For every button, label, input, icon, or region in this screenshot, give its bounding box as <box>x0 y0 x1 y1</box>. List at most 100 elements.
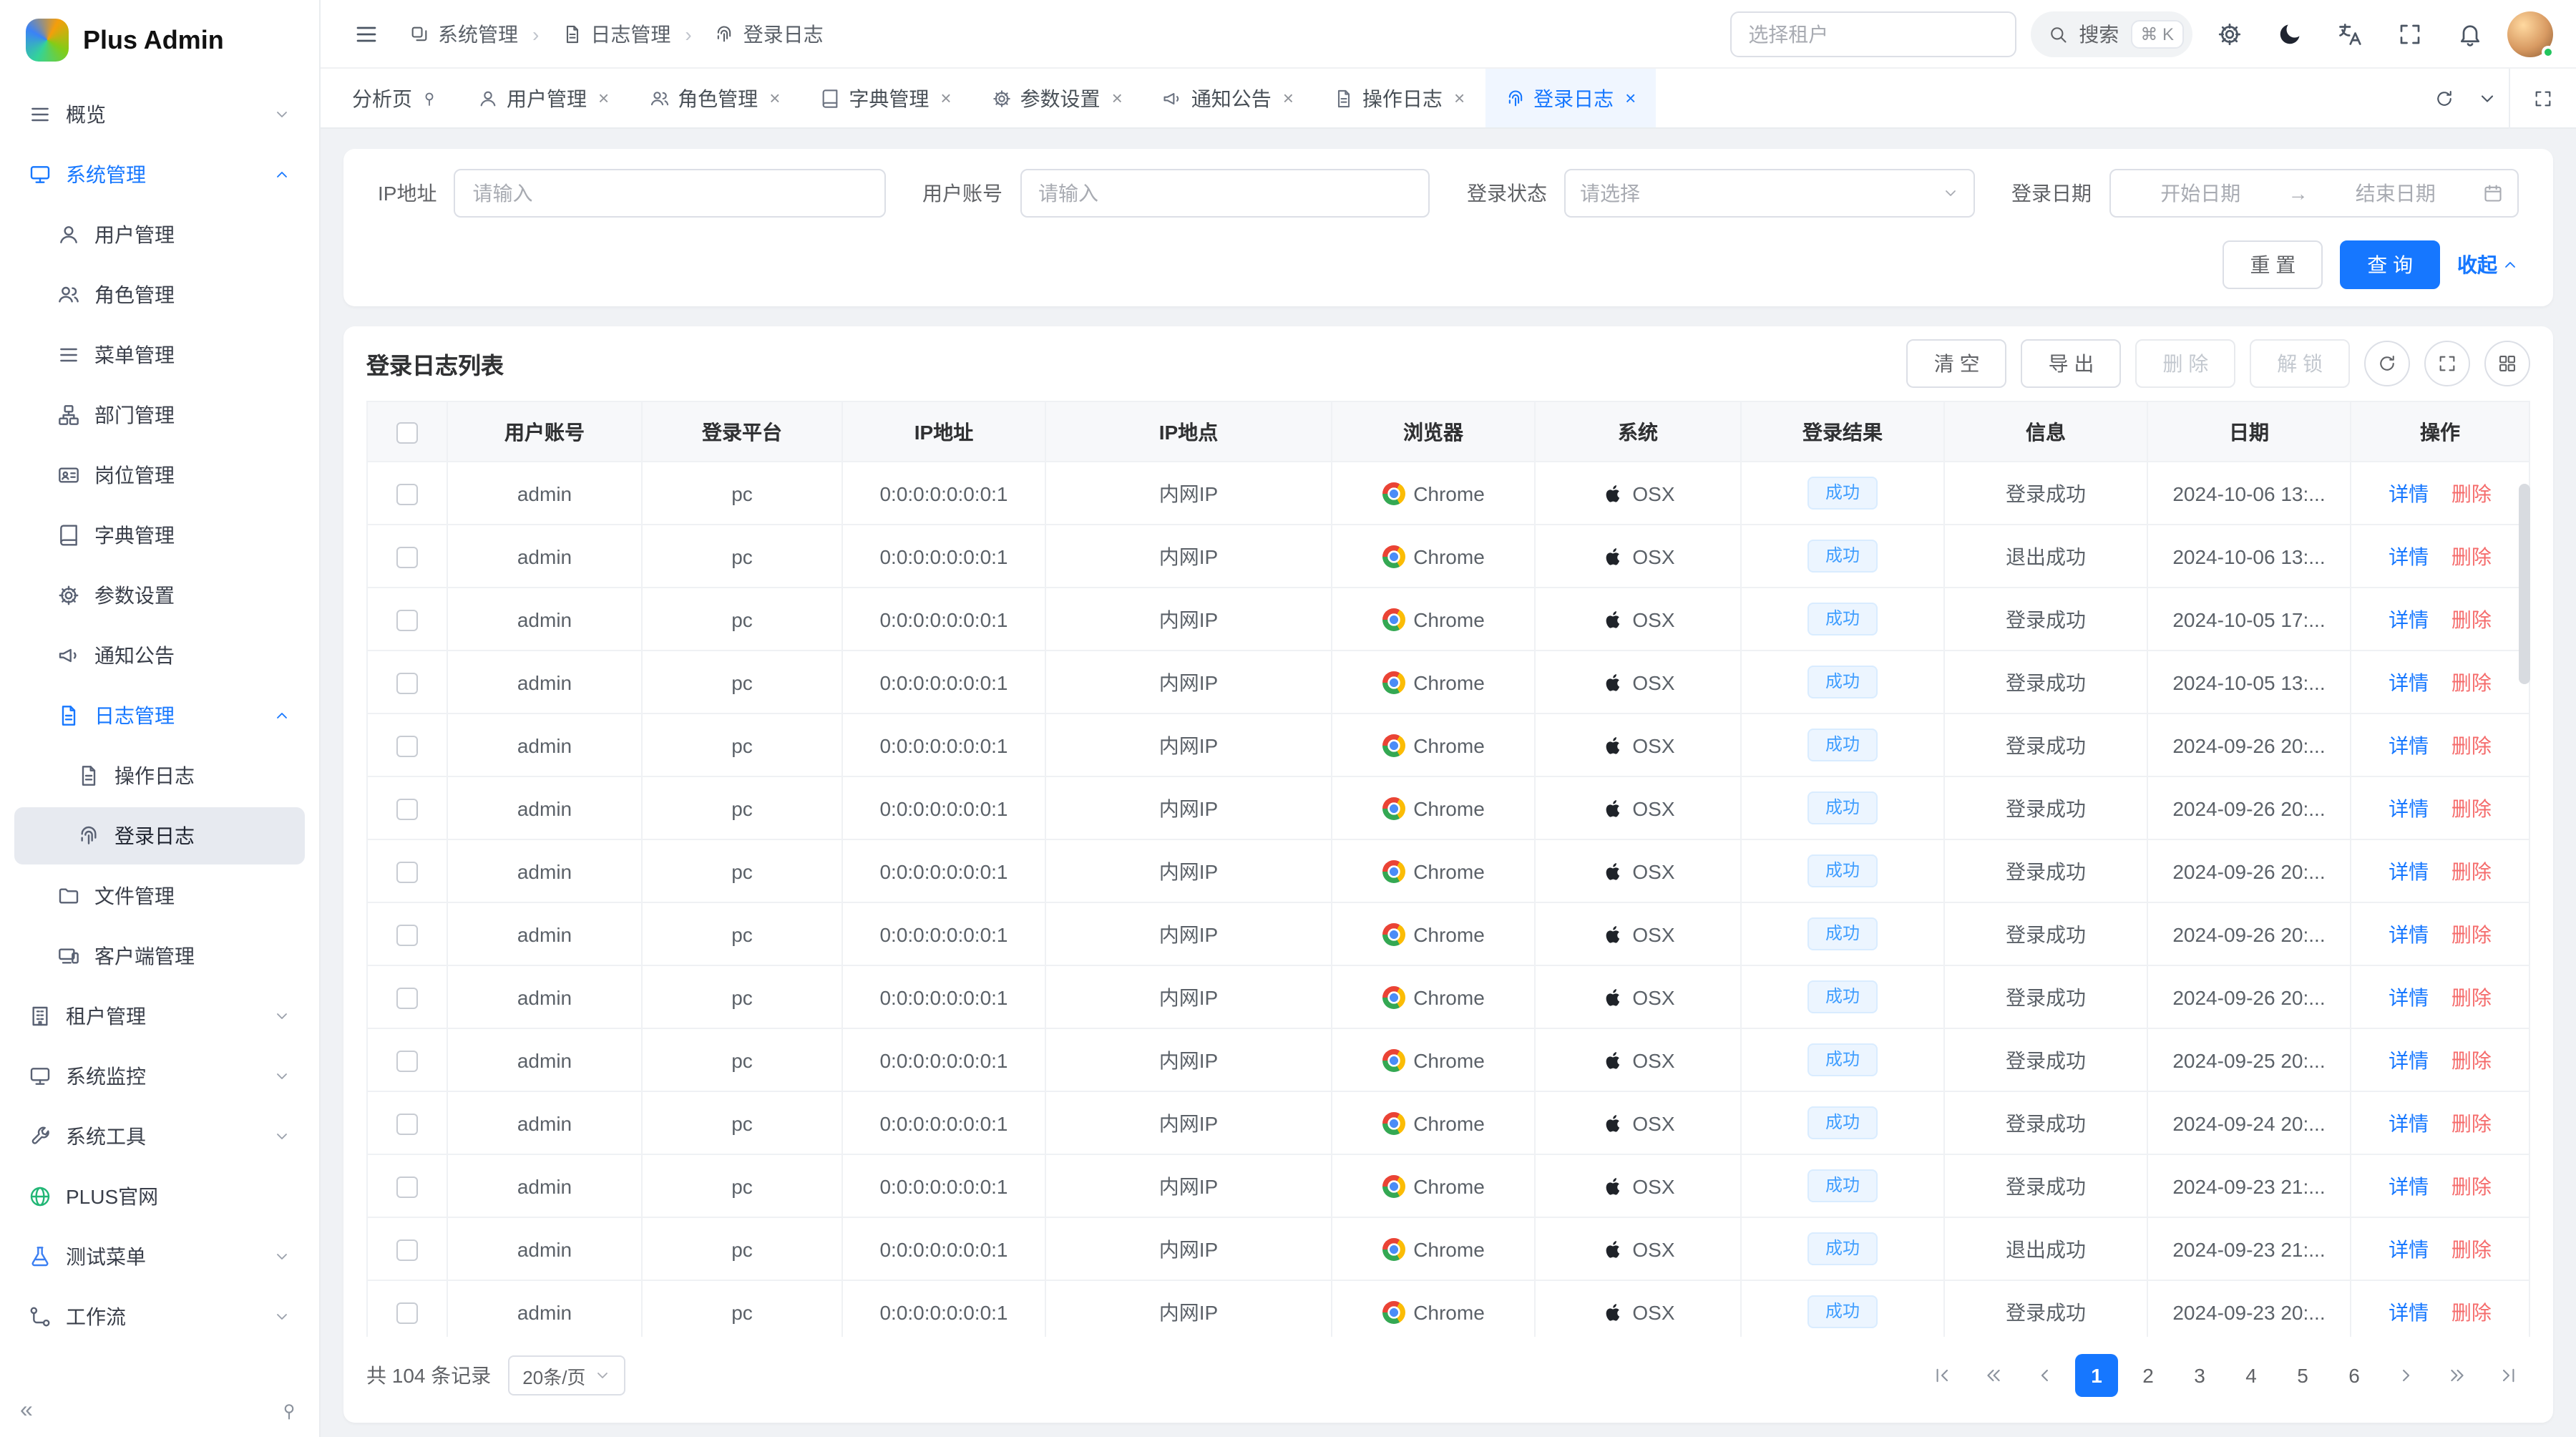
query-button[interactable]: 查 询 <box>2340 240 2440 289</box>
toolbar-button[interactable]: 删 除 <box>2135 339 2235 388</box>
page-tab[interactable]: 通知公告 × <box>1143 69 1314 127</box>
login-date-range-picker[interactable]: 开始日期 → 结束日期 <box>2109 169 2519 218</box>
delete-link[interactable]: 删除 <box>2451 985 2492 1008</box>
delete-link[interactable]: 删除 <box>2451 859 2492 882</box>
first-page-button[interactable] <box>1921 1354 1963 1397</box>
tab-close-icon[interactable]: × <box>1454 87 1465 109</box>
page-number-button[interactable]: 3 <box>2178 1354 2221 1397</box>
delete-link[interactable]: 删除 <box>2451 1111 2492 1134</box>
hamburger-menu-icon[interactable] <box>343 11 389 57</box>
page-size-select[interactable]: 20条/页 <box>508 1355 625 1395</box>
breadcrumb-item[interactable]: 登录日志 <box>670 19 823 48</box>
sidebar-menu-item[interactable]: 租户管理 <box>14 988 305 1045</box>
sidebar-menu-item[interactable]: 角色管理 <box>14 266 305 323</box>
page-number-button[interactable]: 1 <box>2075 1354 2118 1397</box>
sidebar-menu-item[interactable]: 工作流 <box>14 1288 305 1345</box>
next-page-button[interactable] <box>2384 1354 2427 1397</box>
row-checkbox[interactable] <box>396 484 418 505</box>
table-refresh-icon[interactable] <box>2364 341 2410 386</box>
row-checkbox[interactable] <box>396 988 418 1009</box>
page-number-button[interactable]: 6 <box>2333 1354 2376 1397</box>
sidebar-menu-item[interactable]: 字典管理 <box>14 507 305 564</box>
table-scrollbar[interactable] <box>2519 484 2530 684</box>
breadcrumb-item[interactable]: 日志管理 <box>518 19 670 48</box>
login-status-select[interactable]: 请选择 <box>1564 169 1974 218</box>
sidebar-menu-item[interactable]: 文件管理 <box>14 867 305 925</box>
row-checkbox[interactable] <box>396 925 418 946</box>
page-tab[interactable]: 用户管理 × <box>458 69 629 127</box>
row-checkbox[interactable] <box>396 736 418 757</box>
tab-close-icon[interactable]: × <box>1283 87 1294 109</box>
prev-page-button[interactable] <box>2024 1354 2067 1397</box>
tab-close-icon[interactable]: × <box>1112 87 1123 109</box>
row-checkbox[interactable] <box>396 673 418 694</box>
delete-link[interactable]: 删除 <box>2451 545 2492 568</box>
sidebar-menu-item[interactable]: 测试菜单 <box>14 1228 305 1285</box>
page-tab[interactable]: 参数设置 × <box>972 69 1143 127</box>
settings-gear-icon[interactable] <box>2207 11 2253 57</box>
sidebar-menu-item[interactable]: 菜单管理 <box>14 326 305 384</box>
sidebar-menu-item[interactable]: 通知公告 <box>14 627 305 684</box>
row-checkbox[interactable] <box>396 1114 418 1135</box>
jump-forward-button[interactable] <box>2436 1354 2479 1397</box>
row-checkbox[interactable] <box>396 862 418 883</box>
detail-link[interactable]: 详情 <box>2389 1300 2429 1323</box>
page-tab[interactable]: 字典管理 × <box>800 69 971 127</box>
detail-link[interactable]: 详情 <box>2389 859 2429 882</box>
user-account-input[interactable] <box>1020 169 1430 218</box>
collapse-filter-link[interactable]: 收起 <box>2457 250 2519 279</box>
notification-bell-icon[interactable] <box>2447 11 2493 57</box>
detail-link[interactable]: 详情 <box>2389 1174 2429 1197</box>
delete-link[interactable]: 删除 <box>2451 1300 2492 1323</box>
reset-button[interactable]: 重 置 <box>2223 240 2323 289</box>
delete-link[interactable]: 删除 <box>2451 671 2492 693</box>
global-search[interactable]: 搜索 ⌘ K <box>2030 11 2192 57</box>
toolbar-button[interactable]: 清 空 <box>1907 339 2007 388</box>
delete-link[interactable]: 删除 <box>2451 1048 2492 1071</box>
sidebar-pin-icon[interactable] <box>279 1401 299 1421</box>
user-avatar[interactable] <box>2507 11 2553 57</box>
select-all-checkbox[interactable] <box>396 422 418 444</box>
tab-close-icon[interactable]: × <box>940 87 951 109</box>
sidebar-menu-item[interactable]: 参数设置 <box>14 567 305 624</box>
sidebar-menu-item[interactable]: 日志管理 <box>14 687 305 744</box>
detail-link[interactable]: 详情 <box>2389 1237 2429 1260</box>
page-tab[interactable]: 分析页 <box>332 69 458 127</box>
row-checkbox[interactable] <box>396 1302 418 1324</box>
row-checkbox[interactable] <box>396 1239 418 1261</box>
table-columns-icon[interactable] <box>2484 341 2530 386</box>
detail-link[interactable]: 详情 <box>2389 734 2429 756</box>
detail-link[interactable]: 详情 <box>2389 482 2429 505</box>
breadcrumb-item[interactable]: 系统管理 <box>409 19 518 48</box>
sidebar-menu-item[interactable]: 客户端管理 <box>14 927 305 985</box>
translate-icon[interactable] <box>2327 11 2373 57</box>
tab-close-icon[interactable]: × <box>598 87 609 109</box>
delete-link[interactable]: 删除 <box>2451 922 2492 945</box>
sidebar-collapse-button[interactable]: « <box>20 1398 33 1424</box>
sidebar-menu-item[interactable]: 系统工具 <box>14 1108 305 1165</box>
sidebar-menu-item[interactable]: 概览 <box>14 86 305 143</box>
page-number-button[interactable]: 5 <box>2281 1354 2324 1397</box>
detail-link[interactable]: 详情 <box>2389 1111 2429 1134</box>
page-tab[interactable]: 操作日志 × <box>1314 69 1485 127</box>
delete-link[interactable]: 删除 <box>2451 608 2492 630</box>
detail-link[interactable]: 详情 <box>2389 985 2429 1008</box>
detail-link[interactable]: 详情 <box>2389 797 2429 819</box>
detail-link[interactable]: 详情 <box>2389 1048 2429 1071</box>
row-checkbox[interactable] <box>396 547 418 568</box>
table-fullscreen-icon[interactable] <box>2424 341 2470 386</box>
detail-link[interactable]: 详情 <box>2389 545 2429 568</box>
fullscreen-icon[interactable] <box>2387 11 2433 57</box>
app-logo[interactable]: Plus Admin <box>0 0 319 80</box>
detail-link[interactable]: 详情 <box>2389 671 2429 693</box>
delete-link[interactable]: 删除 <box>2451 1237 2492 1260</box>
detail-link[interactable]: 详情 <box>2389 922 2429 945</box>
row-checkbox[interactable] <box>396 799 418 820</box>
sidebar-menu-item[interactable]: PLUS官网 <box>14 1168 305 1225</box>
detail-link[interactable]: 详情 <box>2389 608 2429 630</box>
tab-close-icon[interactable]: × <box>1625 87 1636 109</box>
ip-address-input[interactable] <box>454 169 885 218</box>
row-checkbox[interactable] <box>396 1051 418 1072</box>
sidebar-menu-item[interactable]: 岗位管理 <box>14 447 305 504</box>
row-checkbox[interactable] <box>396 1177 418 1198</box>
